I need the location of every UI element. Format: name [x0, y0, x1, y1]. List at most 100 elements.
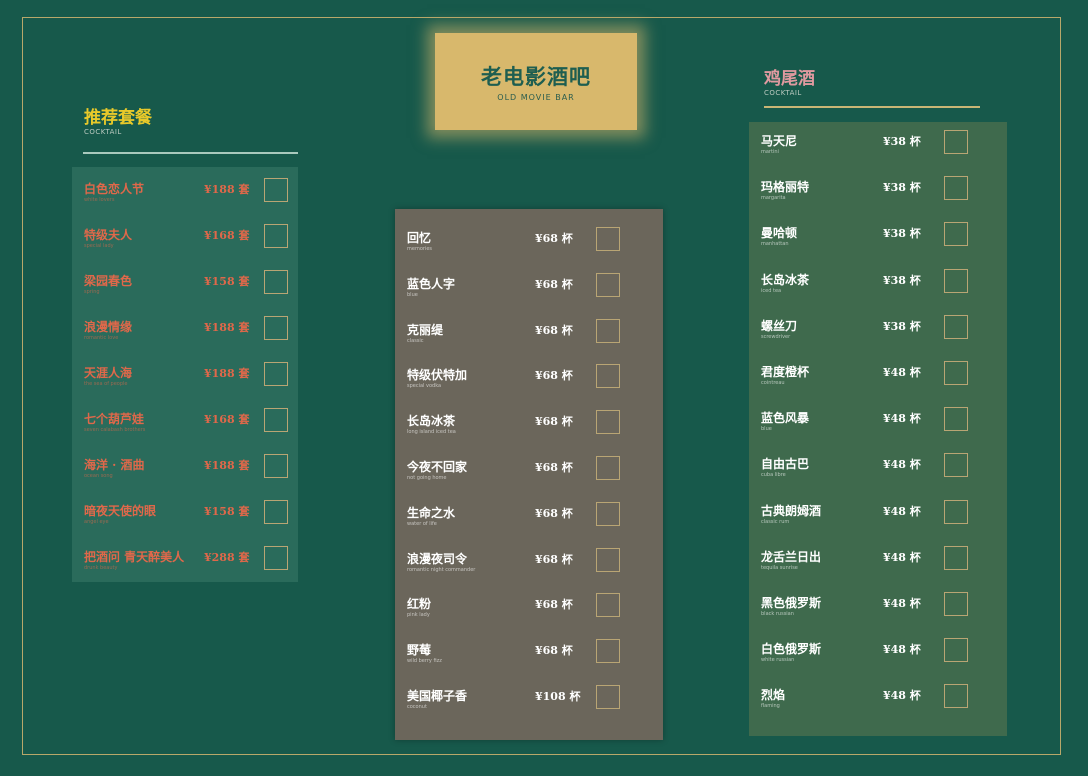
- item-name: 马天尼: [761, 132, 797, 149]
- item-checkbox[interactable]: [944, 453, 968, 477]
- item-english-name: black russian: [761, 611, 794, 617]
- item-price: ¥48 杯: [883, 595, 921, 611]
- item-checkbox[interactable]: [596, 410, 620, 434]
- item-checkbox[interactable]: [596, 548, 620, 572]
- item-english-name: wild berry fizz: [407, 658, 442, 664]
- item-english-name: angel eye: [84, 519, 109, 525]
- item-checkbox[interactable]: [596, 502, 620, 526]
- menu-item: 自由古巴 cuba libre ¥48 杯: [749, 455, 1007, 485]
- item-name: 特级夫人: [84, 226, 132, 243]
- item-checkbox[interactable]: [944, 592, 968, 616]
- menu-item: 古典朗姆酒 classic rum ¥48 杯: [749, 502, 1007, 532]
- item-checkbox[interactable]: [264, 408, 288, 432]
- item-checkbox[interactable]: [944, 176, 968, 200]
- item-price: ¥48 杯: [883, 549, 921, 565]
- menu-item: 海洋 · 酒曲 ocean song ¥188 套: [72, 456, 298, 486]
- item-checkbox[interactable]: [264, 270, 288, 294]
- left-divider: [83, 152, 298, 154]
- item-english-name: romantic night commander: [407, 567, 475, 573]
- item-checkbox[interactable]: [596, 364, 620, 388]
- item-checkbox[interactable]: [944, 361, 968, 385]
- right-menu-panel: 马天尼 martini ¥38 杯 玛格丽特 margarita ¥38 杯 曼…: [749, 122, 1007, 736]
- item-english-name: not going home: [407, 475, 447, 481]
- item-price: ¥188 套: [204, 181, 249, 197]
- item-english-name: romantic love: [84, 335, 118, 341]
- item-checkbox[interactable]: [944, 315, 968, 339]
- menu-item: 暗夜天使的眼 angel eye ¥158 套: [72, 502, 298, 532]
- item-price: ¥68 杯: [535, 367, 573, 383]
- item-checkbox[interactable]: [264, 362, 288, 386]
- item-checkbox[interactable]: [944, 546, 968, 570]
- item-english-name: white lovers: [84, 197, 114, 203]
- item-name: 特级伏特加: [407, 366, 467, 383]
- item-name: 自由古巴: [761, 455, 809, 472]
- menu-item: 白色俄罗斯 white russian ¥48 杯: [749, 640, 1007, 670]
- item-name: 把酒问 青天醉美人: [84, 548, 184, 565]
- menu-item: 回忆 memories ¥68 杯: [395, 229, 663, 259]
- item-checkbox[interactable]: [264, 500, 288, 524]
- item-english-name: white russian: [761, 657, 794, 663]
- item-english-name: iced tea: [761, 288, 781, 294]
- item-checkbox[interactable]: [944, 684, 968, 708]
- item-checkbox[interactable]: [596, 456, 620, 480]
- item-checkbox[interactable]: [944, 130, 968, 154]
- item-name: 回忆: [407, 229, 431, 246]
- item-checkbox[interactable]: [944, 222, 968, 246]
- item-name: 七个葫芦娃: [84, 410, 144, 427]
- menu-item: 克丽缇 classic ¥68 杯: [395, 321, 663, 351]
- menu-item: 蓝色风暴 blue ¥48 杯: [749, 409, 1007, 439]
- item-name: 暗夜天使的眼: [84, 502, 156, 519]
- item-checkbox[interactable]: [596, 593, 620, 617]
- item-price: ¥168 套: [204, 411, 249, 427]
- menu-item: 蓝色人字 blue ¥68 杯: [395, 275, 663, 305]
- menu-item: 特级夫人 special lady ¥168 套: [72, 226, 298, 256]
- menu-item: 玛格丽特 margarita ¥38 杯: [749, 178, 1007, 208]
- menu-item: 美国椰子香 coconut ¥108 杯: [395, 687, 663, 717]
- item-checkbox[interactable]: [264, 178, 288, 202]
- item-english-name: classic rum: [761, 519, 789, 525]
- right-section-title: 鸡尾酒: [764, 64, 815, 89]
- left-section-header: 推荐套餐 COCKTAIL: [84, 103, 152, 136]
- item-name: 君度橙杯: [761, 363, 809, 380]
- item-english-name: blue: [407, 292, 418, 298]
- item-checkbox[interactable]: [264, 546, 288, 570]
- left-menu-panel: 白色恋人节 white lovers ¥188 套 特级夫人 special l…: [72, 167, 298, 582]
- item-name: 长岛冰茶: [761, 271, 809, 288]
- menu-item: 君度橙杯 cointreau ¥48 杯: [749, 363, 1007, 393]
- item-name: 长岛冰茶: [407, 412, 455, 429]
- item-english-name: special lady: [84, 243, 114, 249]
- item-checkbox[interactable]: [264, 454, 288, 478]
- item-name: 红粉: [407, 595, 431, 612]
- item-checkbox[interactable]: [264, 316, 288, 340]
- item-name: 螺丝刀: [761, 317, 797, 334]
- item-name: 玛格丽特: [761, 178, 809, 195]
- right-section-subtitle: COCKTAIL: [764, 89, 815, 97]
- item-english-name: tequila sunrise: [761, 565, 798, 571]
- item-english-name: flaming: [761, 703, 780, 709]
- item-price: ¥68 杯: [535, 413, 573, 429]
- item-price: ¥68 杯: [535, 596, 573, 612]
- item-checkbox[interactable]: [596, 273, 620, 297]
- item-checkbox[interactable]: [596, 227, 620, 251]
- menu-item: 生命之水 water of life ¥68 杯: [395, 504, 663, 534]
- item-name: 蓝色风暴: [761, 409, 809, 426]
- item-checkbox[interactable]: [596, 685, 620, 709]
- menu-item: 梁园春色 spring ¥158 套: [72, 272, 298, 302]
- item-name: 烈焰: [761, 686, 785, 703]
- item-checkbox[interactable]: [596, 639, 620, 663]
- item-checkbox[interactable]: [264, 224, 288, 248]
- item-name: 浪漫情缘: [84, 318, 132, 335]
- logo-title: 老电影酒吧: [435, 61, 637, 91]
- item-checkbox[interactable]: [944, 500, 968, 524]
- item-checkbox[interactable]: [944, 269, 968, 293]
- item-name: 梁园春色: [84, 272, 132, 289]
- item-checkbox[interactable]: [944, 407, 968, 431]
- item-price: ¥288 套: [204, 549, 249, 565]
- item-name: 曼哈顿: [761, 224, 797, 241]
- menu-item: 长岛冰茶 long island iced tea ¥68 杯: [395, 412, 663, 442]
- item-checkbox[interactable]: [944, 638, 968, 662]
- item-price: ¥68 杯: [535, 642, 573, 658]
- item-price: ¥158 套: [204, 503, 249, 519]
- item-checkbox[interactable]: [596, 319, 620, 343]
- item-price: ¥38 杯: [883, 272, 921, 288]
